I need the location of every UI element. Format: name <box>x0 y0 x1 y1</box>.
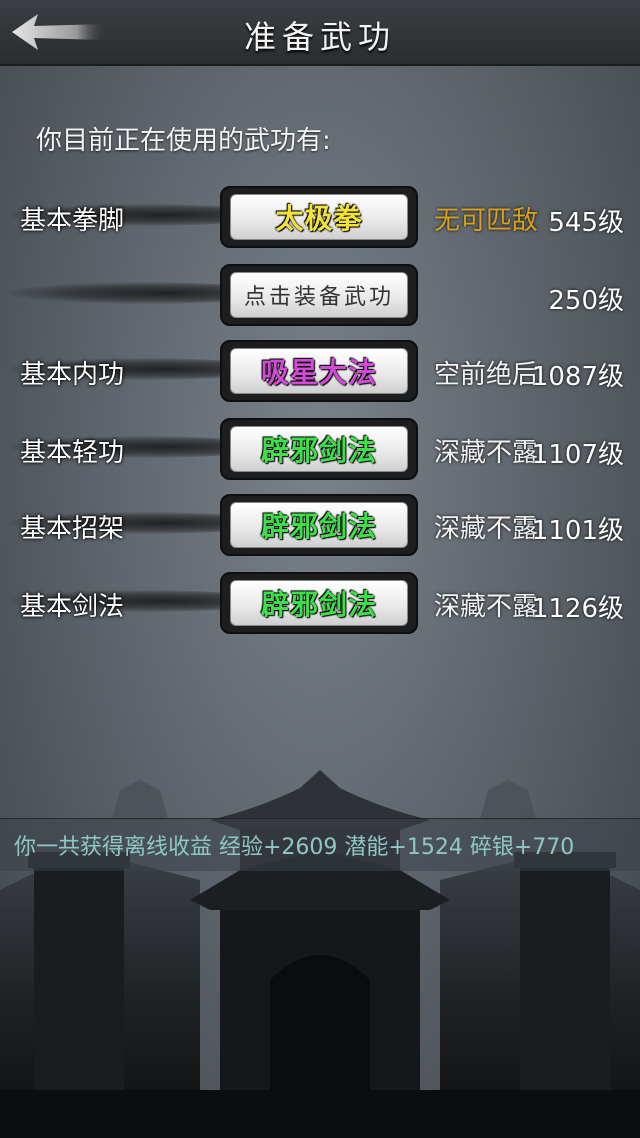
skill-name: 辟邪剑法 <box>260 588 377 621</box>
skill-name: 点击装备武功 <box>243 285 394 310</box>
header-bar: 准备武功 <box>0 0 640 66</box>
skill-level: 1087级 <box>531 362 624 392</box>
skill-level: 1107级 <box>531 440 624 470</box>
skill-rank: 无可匹敌 <box>434 206 539 236</box>
skill-rank: 深藏不露 <box>434 438 539 468</box>
skill-button-internal[interactable]: 吸星大法 <box>220 340 418 402</box>
offline-reward-text: 你一共获得离线收益 经验+2609 潜能+1524 碎银+770 <box>14 835 575 860</box>
skill-button-fist[interactable]: 太极拳 <box>220 186 418 248</box>
slot-label: 基本内功 <box>20 360 125 390</box>
equipped-intro-text: 你目前正在使用的武功有: <box>36 126 331 156</box>
slot-label: 基本拳脚 <box>20 206 125 236</box>
slot-label: 基本轻功 <box>20 438 125 468</box>
offline-reward-bar: 你一共获得离线收益 经验+2609 潜能+1524 碎银+770 <box>0 818 640 871</box>
slot-label: 基本剑法 <box>20 592 125 622</box>
skill-row-lightness: 基本轻功 辟邪剑法 深藏不露 1107级 <box>0 418 640 480</box>
skill-name: 吸星大法 <box>260 356 377 389</box>
skill-name: 辟邪剑法 <box>260 434 377 467</box>
skill-button-sword[interactable]: 辟邪剑法 <box>220 572 418 634</box>
skill-level: 1101级 <box>531 516 624 546</box>
skill-button-lightness[interactable]: 辟邪剑法 <box>220 418 418 480</box>
skill-name: 太极拳 <box>275 202 363 235</box>
page-title: 准备武功 <box>243 18 396 56</box>
skill-level: 250级 <box>548 286 624 316</box>
skill-rank: 深藏不露 <box>434 514 539 544</box>
skill-row-sword: 基本剑法 辟邪剑法 深藏不露 1126级 <box>0 572 640 634</box>
skill-button-parry[interactable]: 辟邪剑法 <box>220 494 418 556</box>
skill-rank: 深藏不露 <box>434 592 539 622</box>
skill-row-fist: 基本拳脚 太极拳 无可匹敌 545级 <box>0 186 640 248</box>
temple-silhouette-image <box>0 770 640 1138</box>
slot-label: 基本招架 <box>20 514 125 544</box>
skill-name: 辟邪剑法 <box>260 510 377 543</box>
skill-level: 545级 <box>548 208 624 238</box>
skill-row-empty: 点击装备武功 250级 <box>0 264 640 326</box>
skill-rank: 空前绝后 <box>434 360 539 390</box>
equip-skill-button[interactable]: 点击装备武功 <box>220 264 418 326</box>
skill-row-internal: 基本内功 吸星大法 空前绝后 1087级 <box>0 340 640 402</box>
skill-row-parry: 基本招架 辟邪剑法 深藏不露 1101级 <box>0 494 640 556</box>
skill-level: 1126级 <box>531 594 624 624</box>
